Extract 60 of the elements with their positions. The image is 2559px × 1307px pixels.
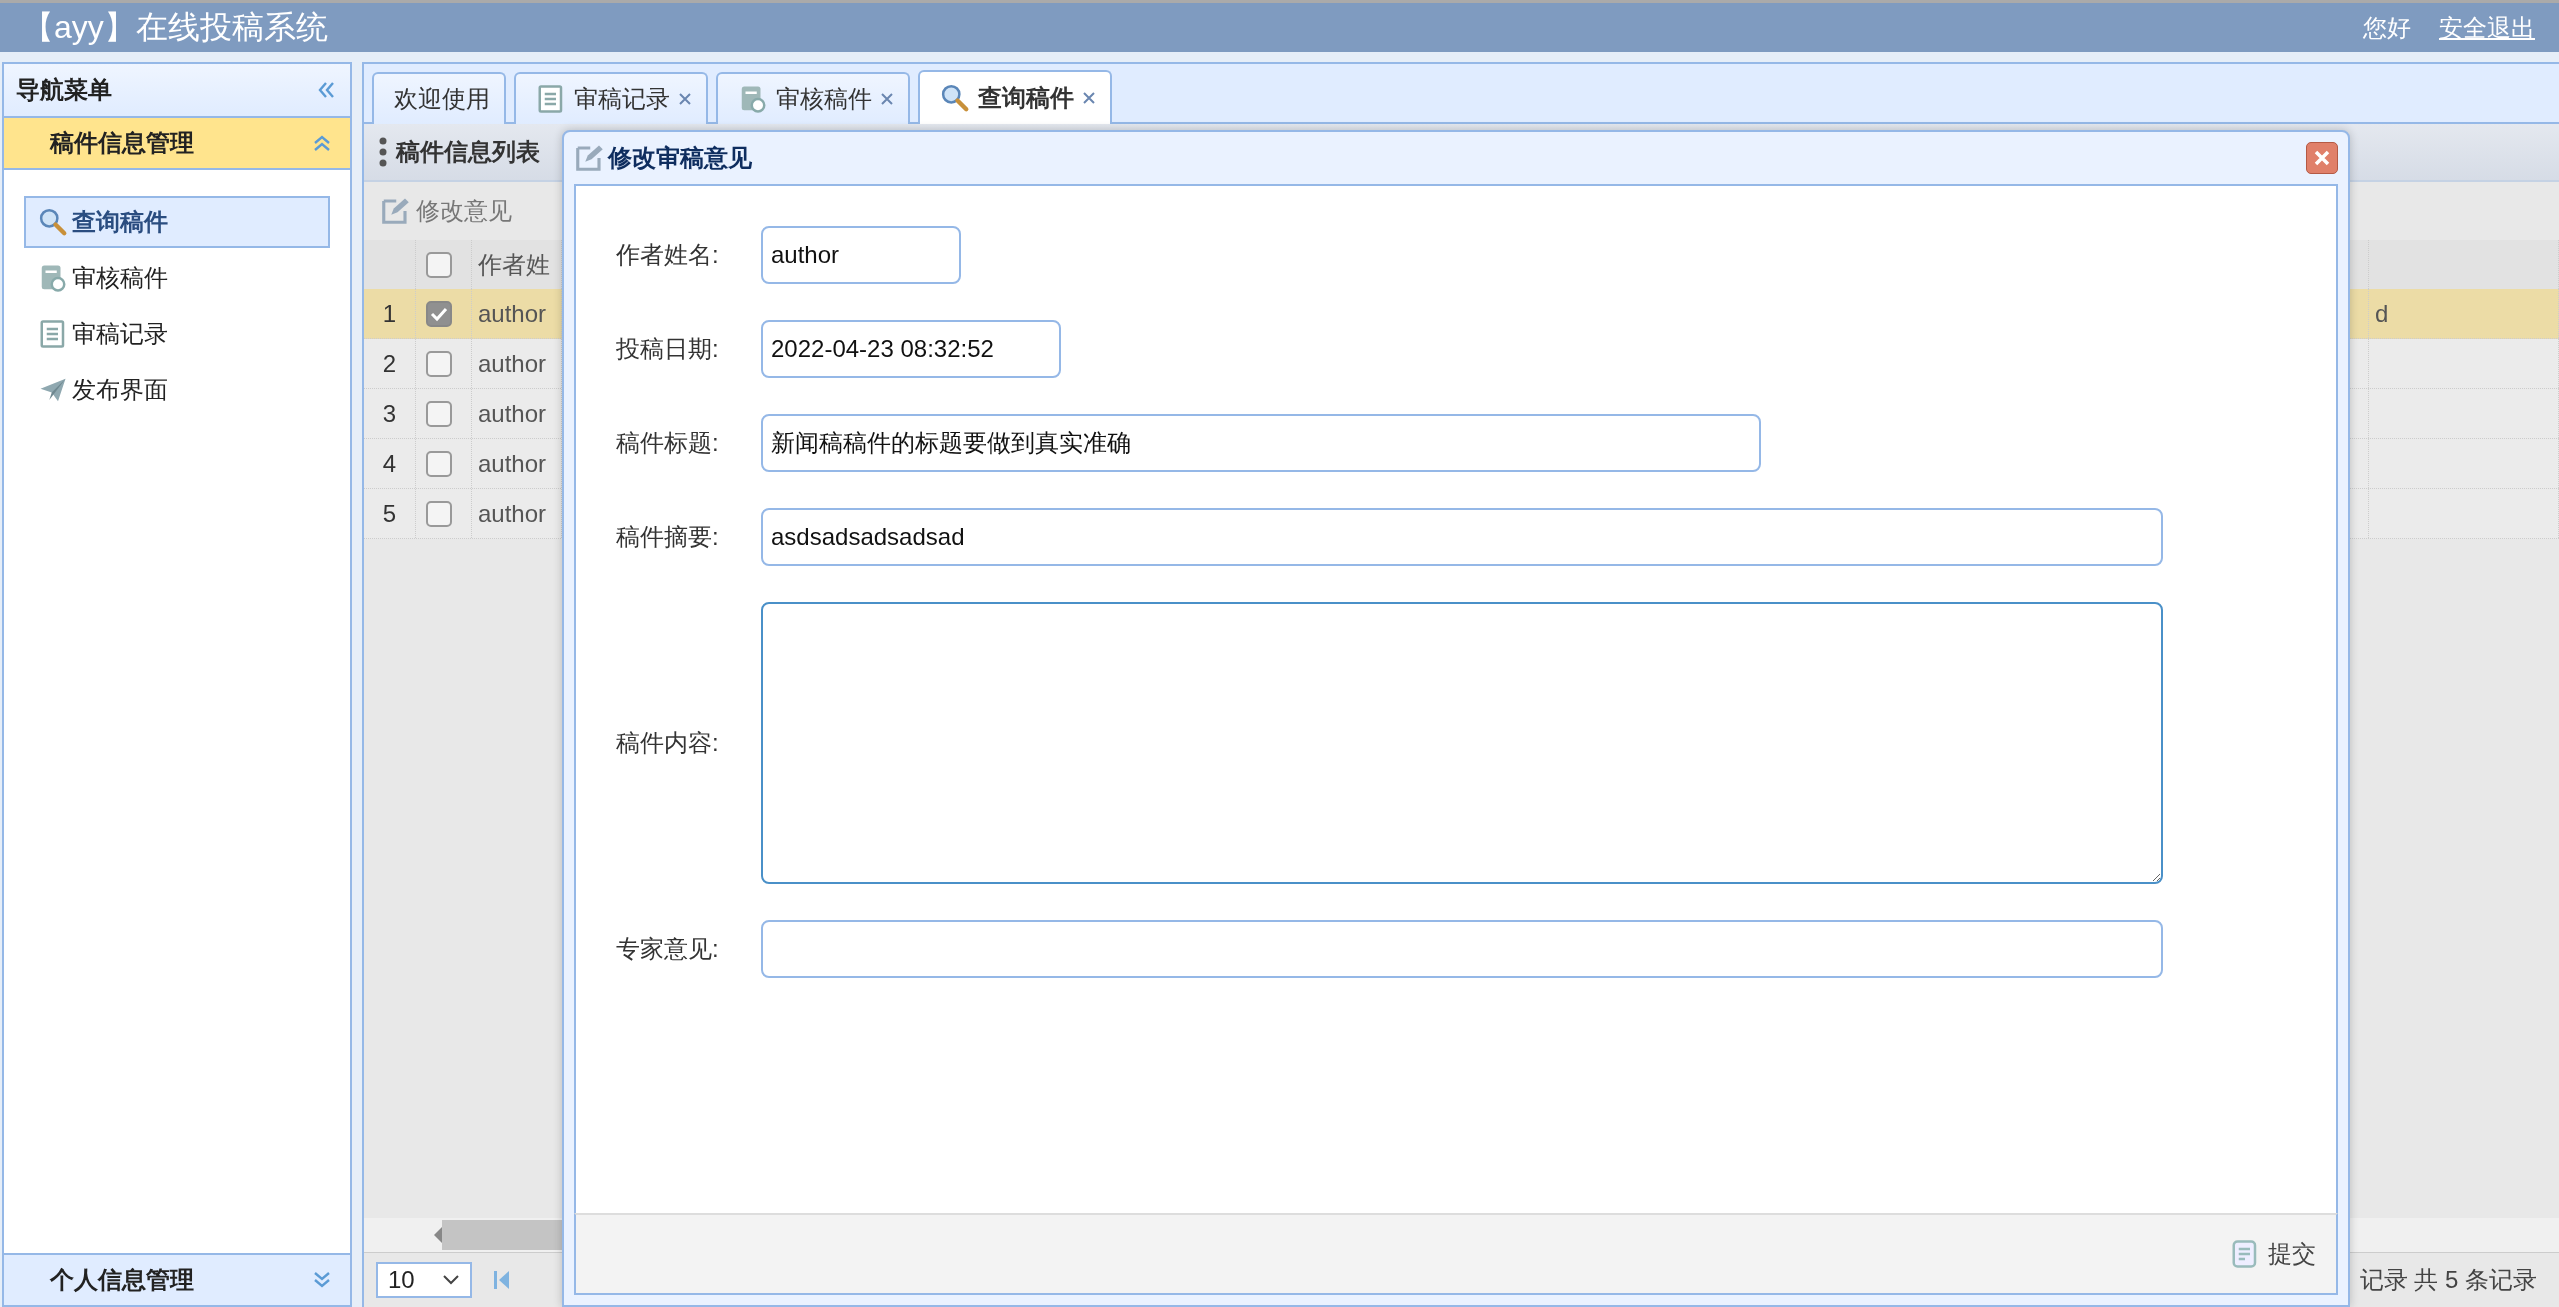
search-icon [940,83,970,113]
input-field[interactable] [761,920,2163,978]
dialog-title: 修改审稿意见 [608,143,752,173]
row-checkbox[interactable] [426,300,452,327]
field-label: 专家意见: [616,934,720,964]
close-button[interactable] [2306,142,2338,174]
field-label: 投稿日期: [616,334,720,364]
row-checkbox[interactable] [426,500,452,527]
input-field[interactable]: 2022-04-23 08:32:52 [761,320,1061,378]
sidebar-title: 导航菜单 [16,75,112,105]
edit-icon [574,143,604,173]
table-cell: author [478,349,547,378]
input-field[interactable]: asdsadsadsadsad [761,508,2163,566]
row-number: 5 [382,499,397,528]
row-number: 4 [382,449,397,478]
sidebar-item[interactable]: 查询稿件 [24,196,330,248]
submit-button[interactable]: 提交 [2226,1234,2320,1274]
search-icon [38,207,68,237]
tab[interactable]: 审核稿件 [716,72,910,124]
edit-icon [380,196,410,226]
row-number: 1 [382,299,397,328]
page-size-select[interactable]: 10 [376,1262,472,1298]
tab[interactable]: 欢迎使用 [372,72,506,124]
accordion-header[interactable]: 稿件信息管理 [4,118,350,170]
column-header[interactable]: 作者姓 [478,248,550,281]
row-number: 2 [382,349,397,378]
field-label: 稿件标题: [616,428,720,458]
table-cell: author [478,299,547,328]
row-checkbox[interactable] [426,450,452,477]
tab[interactable]: 审稿记录 [514,72,708,124]
first-page-icon[interactable] [492,1268,512,1292]
input-field[interactable]: 新闻稿稿件的标题要做到真实准确 [761,414,1761,472]
pagination-summary: 记录 共 5 条记录 [2359,1265,2537,1295]
table-cell: author [478,449,547,478]
greeting-text: 您好 [2363,12,2411,43]
caret-icon [442,1274,460,1286]
tab[interactable]: 查询稿件 [918,70,1112,124]
table-cell: author [478,499,547,528]
table-cell: author [478,399,547,428]
close-icon[interactable] [1082,91,1096,105]
edit-opinion-button[interactable]: 修改意见 [376,191,516,231]
sidebar-item[interactable]: 审核稿件 [24,252,330,304]
vertical-dots-icon[interactable] [378,137,388,167]
accordion-header[interactable]: 个人信息管理 [4,1253,350,1305]
field-label: 作者姓名: [616,240,720,270]
close-icon [2313,149,2331,167]
close-icon[interactable] [880,92,894,106]
close-icon[interactable] [678,92,692,106]
row-number: 3 [382,399,397,428]
panel-title: 稿件信息列表 [396,137,540,167]
sidebar-item[interactable]: 发布界面 [24,364,330,416]
table-cell: d [2375,299,2389,328]
row-checkbox[interactable] [426,350,452,377]
app-title: 【ayy】在线投稿系统 [22,7,328,47]
input-field[interactable]: author [761,226,961,284]
select-all-checkbox[interactable] [426,251,452,278]
row-checkbox[interactable] [426,400,452,427]
field-label: 稿件内容: [616,728,720,758]
field-label: 稿件摘要: [616,522,720,552]
sidebar-item[interactable]: 审稿记录 [24,308,330,360]
